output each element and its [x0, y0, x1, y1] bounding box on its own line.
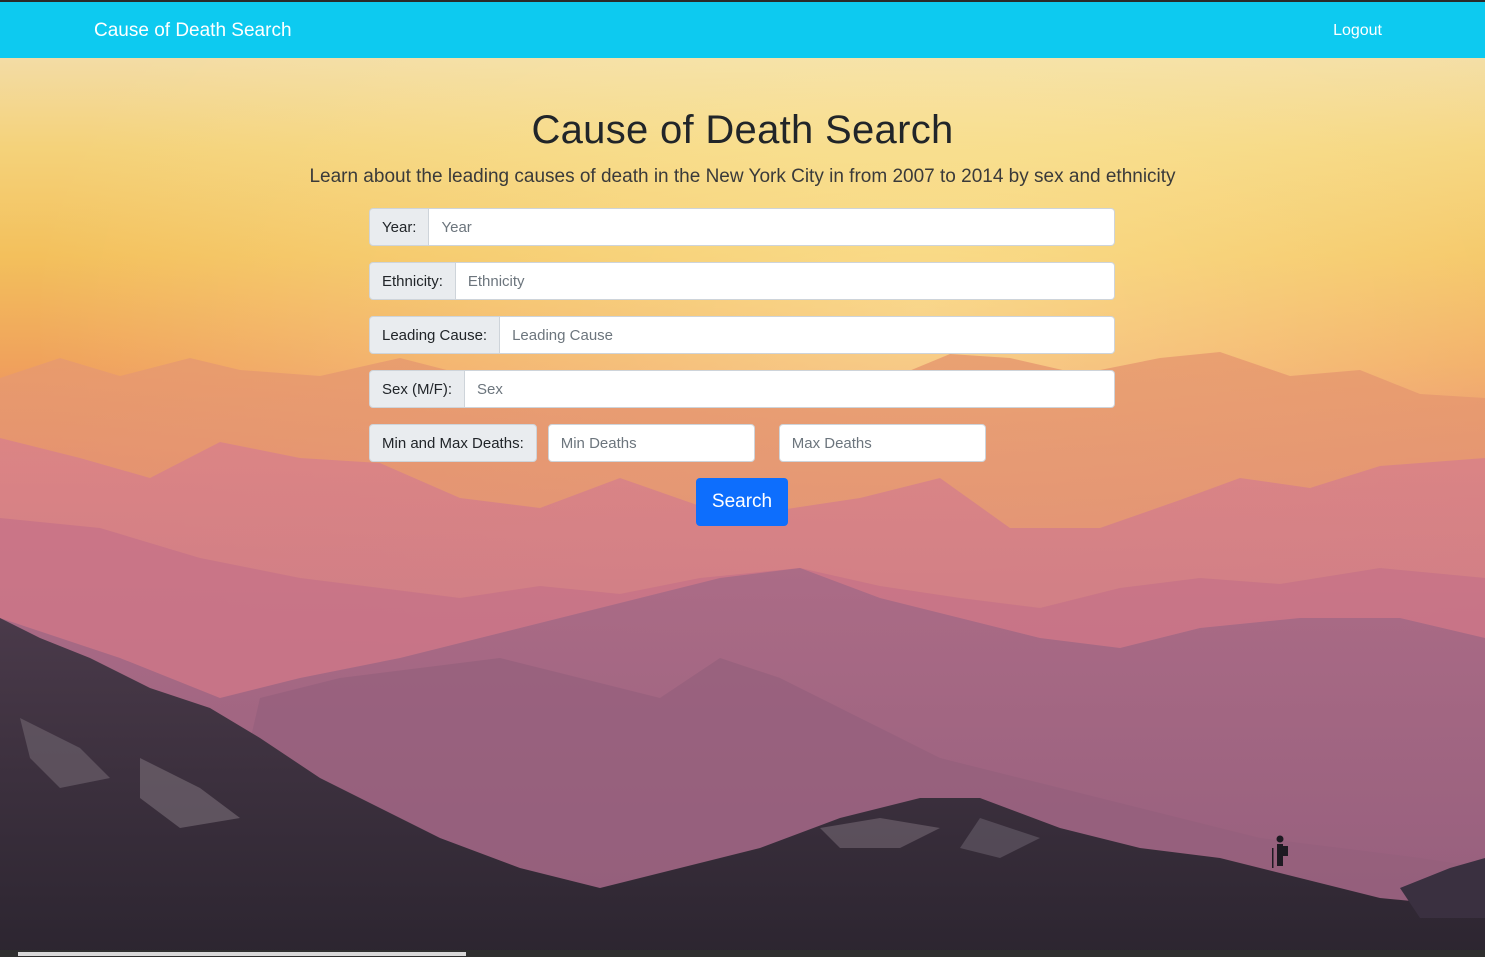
- year-group: Year:: [369, 208, 1115, 246]
- ethnicity-label: Ethnicity:: [369, 262, 456, 300]
- deaths-range-label: Min and Max Deaths:: [369, 424, 537, 462]
- max-deaths-input[interactable]: [778, 424, 986, 462]
- leading-cause-group: Leading Cause:: [369, 316, 1115, 354]
- taskbar-strip: [0, 950, 1485, 957]
- sex-input[interactable]: [465, 370, 1115, 408]
- year-label: Year:: [369, 208, 430, 246]
- ethnicity-group: Ethnicity:: [369, 262, 1115, 300]
- min-deaths-input[interactable]: [547, 424, 755, 462]
- navbar-brand-link[interactable]: Cause of Death Search: [94, 20, 292, 42]
- ethnicity-input[interactable]: [455, 262, 1115, 300]
- leading-cause-label: Leading Cause:: [369, 316, 501, 354]
- sex-group: Sex (M/F):: [369, 370, 1115, 408]
- horizontal-scrollbar[interactable]: [18, 952, 466, 956]
- navbar: Cause of Death Search Logout: [0, 0, 1485, 58]
- page-title: Cause of Death Search: [531, 108, 954, 152]
- search-form: Year: Ethnicity: Leading Cause: Sex (M/F…: [369, 208, 1115, 478]
- leading-cause-input[interactable]: [500, 316, 1115, 354]
- sex-label: Sex (M/F):: [369, 370, 465, 408]
- logout-link[interactable]: Logout: [1333, 22, 1382, 40]
- deaths-range-group: Min and Max Deaths:: [369, 424, 1115, 462]
- year-input[interactable]: [429, 208, 1115, 246]
- page-subtitle: Learn about the leading causes of death …: [309, 166, 1176, 187]
- search-button[interactable]: Search: [696, 478, 788, 526]
